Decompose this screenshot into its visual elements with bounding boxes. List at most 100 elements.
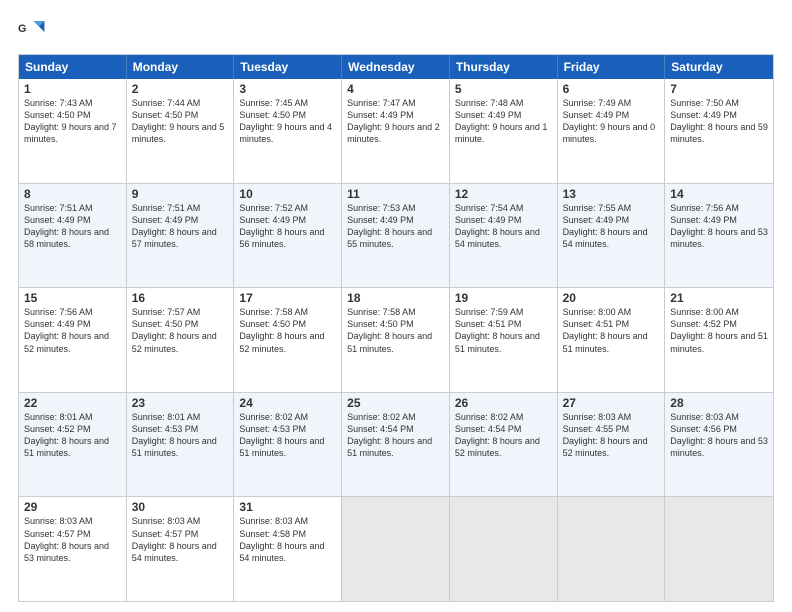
sunset-label: Sunset: 4:49 PM — [239, 215, 306, 225]
sunset-label: Sunset: 4:50 PM — [239, 319, 306, 329]
day-number: 25 — [347, 396, 444, 410]
calendar-cell — [558, 497, 666, 601]
calendar-cell: 17 Sunrise: 7:58 AM Sunset: 4:50 PM Dayl… — [234, 288, 342, 392]
sunrise-label: Sunrise: 7:52 AM — [239, 203, 308, 213]
day-info: Sunrise: 7:45 AM Sunset: 4:50 PM Dayligh… — [239, 97, 336, 146]
calendar-header: SundayMondayTuesdayWednesdayThursdayFrid… — [19, 55, 773, 79]
day-number: 23 — [132, 396, 229, 410]
sunset-label: Sunset: 4:49 PM — [347, 215, 414, 225]
daylight-label: Daylight: 8 hours and 54 minutes. — [455, 227, 540, 249]
day-info: Sunrise: 7:50 AM Sunset: 4:49 PM Dayligh… — [670, 97, 768, 146]
daylight-label: Daylight: 8 hours and 51 minutes. — [670, 331, 768, 353]
day-number: 24 — [239, 396, 336, 410]
daylight-label: Daylight: 8 hours and 53 minutes. — [670, 227, 768, 249]
sunset-label: Sunset: 4:49 PM — [132, 215, 199, 225]
sunset-label: Sunset: 4:49 PM — [455, 215, 522, 225]
day-info: Sunrise: 8:01 AM Sunset: 4:53 PM Dayligh… — [132, 411, 229, 460]
calendar-cell: 6 Sunrise: 7:49 AM Sunset: 4:49 PM Dayli… — [558, 79, 666, 183]
daylight-label: Daylight: 8 hours and 52 minutes. — [455, 436, 540, 458]
sunrise-label: Sunrise: 7:57 AM — [132, 307, 201, 317]
daylight-label: Daylight: 8 hours and 59 minutes. — [670, 122, 768, 144]
daylight-label: Daylight: 8 hours and 51 minutes. — [347, 436, 432, 458]
calendar-cell: 27 Sunrise: 8:03 AM Sunset: 4:55 PM Dayl… — [558, 393, 666, 497]
calendar-cell: 30 Sunrise: 8:03 AM Sunset: 4:57 PM Dayl… — [127, 497, 235, 601]
day-info: Sunrise: 8:03 AM Sunset: 4:57 PM Dayligh… — [24, 515, 121, 564]
sunset-label: Sunset: 4:55 PM — [563, 424, 630, 434]
day-number: 28 — [670, 396, 768, 410]
sunset-label: Sunset: 4:52 PM — [24, 424, 91, 434]
sunrise-label: Sunrise: 8:02 AM — [455, 412, 524, 422]
day-info: Sunrise: 8:00 AM Sunset: 4:52 PM Dayligh… — [670, 306, 768, 355]
sunrise-label: Sunrise: 8:03 AM — [24, 516, 93, 526]
calendar-cell: 22 Sunrise: 8:01 AM Sunset: 4:52 PM Dayl… — [19, 393, 127, 497]
page-header: G — [18, 18, 774, 46]
sunrise-label: Sunrise: 7:55 AM — [563, 203, 632, 213]
sunset-label: Sunset: 4:49 PM — [24, 319, 91, 329]
calendar-cell: 29 Sunrise: 8:03 AM Sunset: 4:57 PM Dayl… — [19, 497, 127, 601]
day-number: 9 — [132, 187, 229, 201]
calendar-header-day: Wednesday — [342, 55, 450, 79]
daylight-label: Daylight: 8 hours and 58 minutes. — [24, 227, 109, 249]
sunrise-label: Sunrise: 7:48 AM — [455, 98, 524, 108]
day-number: 16 — [132, 291, 229, 305]
day-info: Sunrise: 8:00 AM Sunset: 4:51 PM Dayligh… — [563, 306, 660, 355]
calendar-cell: 18 Sunrise: 7:58 AM Sunset: 4:50 PM Dayl… — [342, 288, 450, 392]
day-info: Sunrise: 8:03 AM Sunset: 4:57 PM Dayligh… — [132, 515, 229, 564]
day-number: 21 — [670, 291, 768, 305]
sunset-label: Sunset: 4:57 PM — [24, 529, 91, 539]
daylight-label: Daylight: 8 hours and 54 minutes. — [563, 227, 648, 249]
logo-icon: G — [18, 18, 46, 46]
sunrise-label: Sunrise: 8:02 AM — [239, 412, 308, 422]
sunset-label: Sunset: 4:49 PM — [563, 110, 630, 120]
sunset-label: Sunset: 4:49 PM — [455, 110, 522, 120]
sunrise-label: Sunrise: 8:03 AM — [239, 516, 308, 526]
sunrise-label: Sunrise: 7:58 AM — [239, 307, 308, 317]
day-info: Sunrise: 7:44 AM Sunset: 4:50 PM Dayligh… — [132, 97, 229, 146]
calendar-cell: 5 Sunrise: 7:48 AM Sunset: 4:49 PM Dayli… — [450, 79, 558, 183]
sunrise-label: Sunrise: 8:02 AM — [347, 412, 416, 422]
sunrise-label: Sunrise: 8:01 AM — [24, 412, 93, 422]
sunset-label: Sunset: 4:49 PM — [563, 215, 630, 225]
calendar-week-row: 29 Sunrise: 8:03 AM Sunset: 4:57 PM Dayl… — [19, 496, 773, 601]
sunset-label: Sunset: 4:54 PM — [347, 424, 414, 434]
svg-text:G: G — [18, 23, 26, 35]
day-info: Sunrise: 7:56 AM Sunset: 4:49 PM Dayligh… — [670, 202, 768, 251]
sunset-label: Sunset: 4:50 PM — [24, 110, 91, 120]
sunrise-label: Sunrise: 7:51 AM — [24, 203, 93, 213]
daylight-label: Daylight: 8 hours and 51 minutes. — [347, 331, 432, 353]
day-info: Sunrise: 7:51 AM Sunset: 4:49 PM Dayligh… — [24, 202, 121, 251]
sunrise-label: Sunrise: 8:00 AM — [563, 307, 632, 317]
day-info: Sunrise: 7:55 AM Sunset: 4:49 PM Dayligh… — [563, 202, 660, 251]
day-number: 20 — [563, 291, 660, 305]
day-info: Sunrise: 7:48 AM Sunset: 4:49 PM Dayligh… — [455, 97, 552, 146]
sunrise-label: Sunrise: 7:47 AM — [347, 98, 416, 108]
day-info: Sunrise: 8:02 AM Sunset: 4:53 PM Dayligh… — [239, 411, 336, 460]
daylight-label: Daylight: 9 hours and 2 minutes. — [347, 122, 440, 144]
day-number: 10 — [239, 187, 336, 201]
day-number: 2 — [132, 82, 229, 96]
daylight-label: Daylight: 8 hours and 55 minutes. — [347, 227, 432, 249]
daylight-label: Daylight: 9 hours and 0 minutes. — [563, 122, 656, 144]
day-number: 1 — [24, 82, 121, 96]
day-info: Sunrise: 7:57 AM Sunset: 4:50 PM Dayligh… — [132, 306, 229, 355]
calendar-header-day: Saturday — [665, 55, 773, 79]
daylight-label: Daylight: 9 hours and 7 minutes. — [24, 122, 117, 144]
sunset-label: Sunset: 4:51 PM — [455, 319, 522, 329]
calendar-cell: 23 Sunrise: 8:01 AM Sunset: 4:53 PM Dayl… — [127, 393, 235, 497]
daylight-label: Daylight: 8 hours and 54 minutes. — [132, 541, 217, 563]
calendar-week-row: 22 Sunrise: 8:01 AM Sunset: 4:52 PM Dayl… — [19, 392, 773, 497]
calendar-cell: 19 Sunrise: 7:59 AM Sunset: 4:51 PM Dayl… — [450, 288, 558, 392]
calendar-cell: 7 Sunrise: 7:50 AM Sunset: 4:49 PM Dayli… — [665, 79, 773, 183]
calendar-cell: 13 Sunrise: 7:55 AM Sunset: 4:49 PM Dayl… — [558, 184, 666, 288]
calendar-cell: 25 Sunrise: 8:02 AM Sunset: 4:54 PM Dayl… — [342, 393, 450, 497]
daylight-label: Daylight: 8 hours and 51 minutes. — [24, 436, 109, 458]
day-info: Sunrise: 8:01 AM Sunset: 4:52 PM Dayligh… — [24, 411, 121, 460]
day-number: 27 — [563, 396, 660, 410]
day-info: Sunrise: 7:49 AM Sunset: 4:49 PM Dayligh… — [563, 97, 660, 146]
sunrise-label: Sunrise: 7:44 AM — [132, 98, 201, 108]
day-info: Sunrise: 8:02 AM Sunset: 4:54 PM Dayligh… — [347, 411, 444, 460]
daylight-label: Daylight: 8 hours and 52 minutes. — [239, 331, 324, 353]
day-info: Sunrise: 7:53 AM Sunset: 4:49 PM Dayligh… — [347, 202, 444, 251]
sunset-label: Sunset: 4:58 PM — [239, 529, 306, 539]
calendar: SundayMondayTuesdayWednesdayThursdayFrid… — [18, 54, 774, 602]
